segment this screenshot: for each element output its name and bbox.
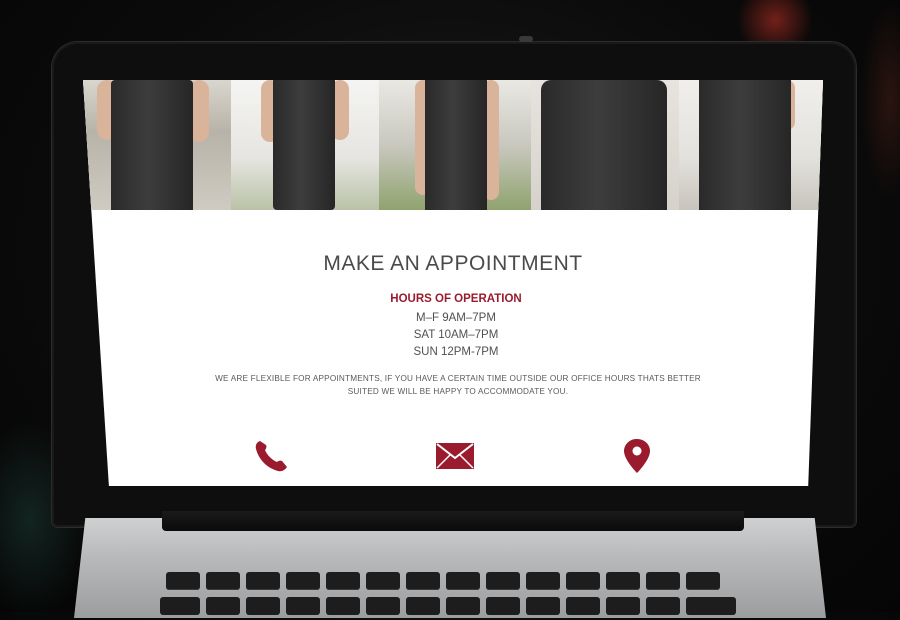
gallery-photo[interactable]	[531, 80, 679, 210]
flexibility-note: WE ARE FLEXIBLE FOR APPOINTMENTS, IF YOU…	[203, 372, 713, 398]
gallery-photo[interactable]	[231, 80, 379, 210]
hours-saturday: SAT 10AM–7PM	[413, 329, 499, 341]
laptop-screen: MAKE AN APPOINTMENT HOURS OF OPERATION M…	[83, 80, 823, 486]
gallery-photo[interactable]	[83, 80, 231, 210]
keyboard	[160, 572, 746, 615]
hours-sunday: SUN 12PM-7PM	[413, 346, 499, 358]
gallery-photo[interactable]	[379, 80, 531, 210]
note-line: WE ARE FLEXIBLE FOR APPOINTMENTS, IF YOU…	[215, 374, 701, 383]
laptop-hinge	[162, 511, 744, 531]
map-pin-icon[interactable]	[623, 438, 651, 479]
gallery-photo[interactable]	[679, 80, 823, 210]
photo-gallery	[83, 80, 823, 210]
background-light	[860, 0, 900, 200]
hours-heading: HOURS OF OPERATION	[390, 293, 522, 305]
laptop-camera	[519, 36, 533, 42]
phone-icon[interactable]	[253, 438, 291, 479]
page-title: MAKE AN APPOINTMENT	[323, 252, 583, 275]
envelope-icon[interactable]	[435, 442, 475, 475]
hours-list: M–F 9AM–7PM SAT 10AM–7PM SUN 12PM-7PM	[83, 310, 823, 361]
hours-weekday: M–F 9AM–7PM	[416, 312, 496, 324]
note-line: SUITED WE WILL BE HAPPY TO ACCOMMODATE Y…	[347, 387, 569, 396]
